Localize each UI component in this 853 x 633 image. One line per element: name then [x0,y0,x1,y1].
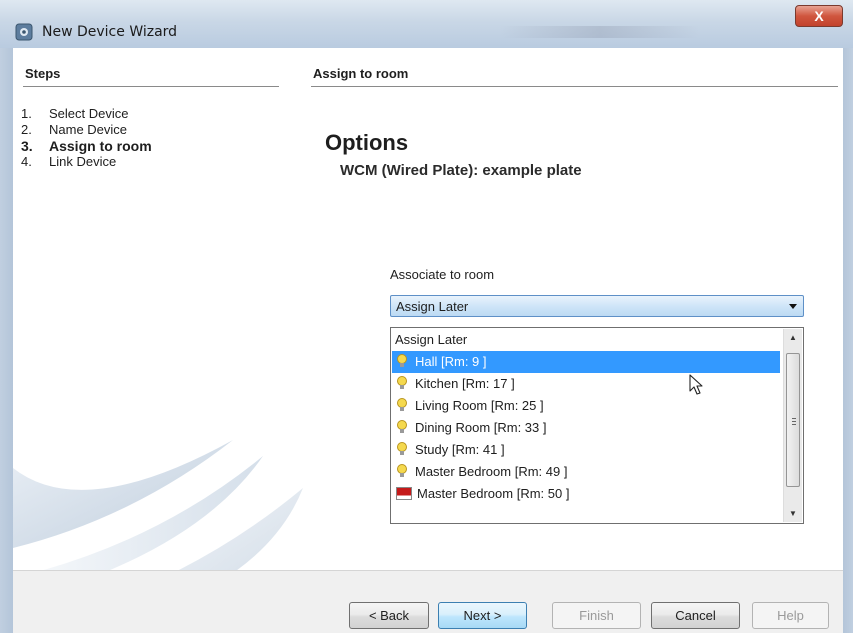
divider [311,86,838,87]
lightbulb-icon [397,398,407,411]
content-pane: Assign to room Options WCM (Wired Plate)… [306,48,843,570]
dropdown-item-kitchen[interactable]: Kitchen [Rm: 17 ] [392,373,780,395]
item-label: Master Bedroom [Rm: 50 ] [417,486,570,501]
next-button[interactable]: Next > [438,602,527,629]
item-label: Assign Later [395,332,468,347]
dropdown-item-living-room[interactable]: Living Room [Rm: 25 ] [392,395,780,417]
dropdown-scrollbar[interactable]: ▲ ▼ [783,329,802,522]
help-button[interactable]: Help [752,602,829,629]
item-label: Hall [Rm: 9 ] [415,354,487,369]
grip-icon [792,418,796,425]
step-item-assign-to-room: 3. Assign to room [21,138,152,154]
device-name: WCM (Wired Plate): example plate [340,162,582,179]
dropdown-item-assign-later[interactable]: Assign Later [392,329,780,351]
step-number: 3. [21,138,33,154]
wizard-button-bar: < Back Next > Finish Cancel Help [13,571,843,633]
decorative-swoosh [13,440,303,570]
step-number: 2. [21,122,32,137]
back-button[interactable]: < Back [349,602,429,629]
lightbulb-icon [397,376,407,389]
lightbulb-icon [397,420,407,433]
step-label: Name Device [49,122,128,137]
steps-header: Steps [25,66,61,81]
room-dropdown-list[interactable]: Assign Later Hall [Rm: 9 ] Kitchen [Rm: … [390,327,804,524]
dropdown-item-dining-room[interactable]: Dining Room [Rm: 33 ] [392,417,780,439]
step-label: Assign to room [49,138,152,154]
lightbulb-icon [397,442,407,455]
dropdown-item-master-bedroom-50[interactable]: Master Bedroom [Rm: 50 ] [392,483,780,505]
close-button[interactable]: X [795,5,843,27]
step-item-select-device: 1. Select Device [21,106,152,122]
item-label: Kitchen [Rm: 17 ] [415,376,515,391]
lightbulb-icon [397,354,407,367]
chevron-down-icon[interactable] [789,304,797,309]
item-label: Study [Rm: 41 ] [415,442,505,457]
blurred-title-region [500,26,700,38]
wizard-client-area: Steps 1. Select Device 2. Name Device 3. As… [13,48,843,633]
red-swatch-icon [396,487,412,500]
window-title: New Device Wizard [42,24,178,40]
window-frame-right [843,48,853,633]
steps-pane: Steps 1. Select Device 2. Name Device 3. As… [13,48,306,570]
scroll-up-arrow-icon[interactable]: ▲ [784,329,802,346]
step-number: 4. [21,154,32,169]
dropdown-item-study[interactable]: Study [Rm: 41 ] [392,439,780,461]
finish-button[interactable]: Finish [552,602,641,629]
divider [23,86,279,87]
scrollbar-thumb[interactable] [786,353,800,487]
section-header: Assign to room [313,66,409,81]
room-combo-box[interactable]: Assign Later [390,295,804,317]
step-item-link-device: 4. Link Device [21,154,152,170]
dropdown-item-hall[interactable]: Hall [Rm: 9 ] [392,351,780,373]
dropdown-item-master-bedroom-49[interactable]: Master Bedroom [Rm: 49 ] [392,461,780,483]
associate-room-label: Associate to room [390,267,495,282]
step-item-name-device: 2. Name Device [21,122,152,138]
step-label: Link Device [49,154,117,169]
step-label: Select Device [49,106,129,121]
wizard-app-icon [15,23,33,41]
title-bar: New Device Wizard X [0,0,853,48]
lightbulb-icon [397,464,407,477]
combo-selected-value: Assign Later [396,299,469,314]
item-label: Dining Room [Rm: 33 ] [415,420,547,435]
options-title: Options [325,130,409,155]
mouse-pointer-icon [689,374,703,395]
step-number: 1. [21,106,32,121]
cancel-button[interactable]: Cancel [651,602,740,629]
item-label: Living Room [Rm: 25 ] [415,398,544,413]
steps-list: 1. Select Device 2. Name Device 3. Assign t… [21,106,152,170]
item-label: Master Bedroom [Rm: 49 ] [415,464,568,479]
window-frame-left [0,48,13,633]
scroll-down-arrow-icon[interactable]: ▼ [784,505,802,522]
